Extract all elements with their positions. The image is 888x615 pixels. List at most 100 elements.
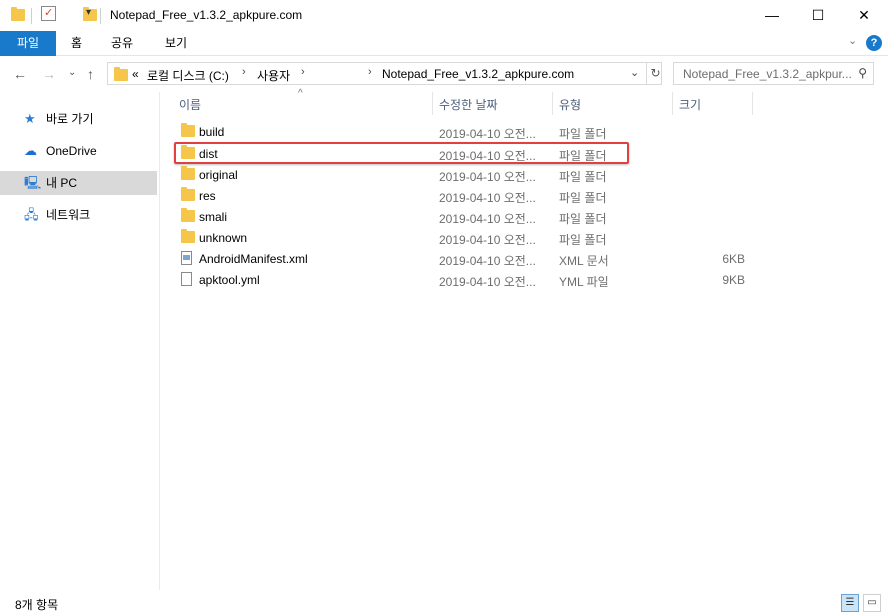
column-header-type[interactable]: 유형 [559, 96, 581, 113]
quick-access-dropdown-icon[interactable]: ▾ [86, 7, 91, 18]
help-icon[interactable]: ? [866, 35, 882, 51]
chevron-right-icon[interactable]: › [301, 66, 305, 78]
file-date: 2019-04-10 오전... [439, 233, 536, 247]
nav-item-this-pc[interactable]: 🖳 내 PC [0, 171, 157, 195]
file-explorer-window: ✓ ▾ Notepad_Free_v1.3.2_apkpure.com — ☐ … [0, 0, 888, 615]
breadcrumb-users[interactable]: 사용자 [257, 67, 290, 84]
divider [31, 8, 32, 24]
breadcrumb-current-folder[interactable]: Notepad_Free_v1.3.2_apkpure.com [382, 67, 574, 81]
star-icon: ★ [24, 111, 36, 126]
column-divider[interactable] [552, 92, 553, 115]
file-type: 파일 폴더 [559, 212, 607, 226]
large-icons-view-icon[interactable]: ▭ [863, 594, 881, 612]
title-bar: ✓ ▾ Notepad_Free_v1.3.2_apkpure.com — ☐ … [0, 0, 888, 31]
back-arrow-icon[interactable]: ← [13, 66, 27, 82]
folder-icon [11, 7, 25, 21]
minimize-button[interactable]: — [749, 0, 795, 31]
window-title: Notepad_Free_v1.3.2_apkpure.com [110, 8, 303, 22]
folder-icon [181, 229, 195, 243]
column-divider[interactable] [752, 92, 753, 115]
file-name: AndroidManifest.xml [199, 252, 308, 266]
forward-arrow-icon[interactable]: → [42, 66, 56, 82]
sort-ascending-icon: ^ [298, 88, 303, 99]
nav-item-onedrive[interactable]: ☁ OneDrive [0, 139, 157, 163]
file-size: 6KB [722, 252, 745, 266]
breadcrumb-overflow[interactable]: « [132, 67, 139, 81]
file-type: 파일 폴더 [559, 170, 607, 184]
chevron-right-icon[interactable]: › [242, 66, 246, 78]
item-count: 8개 항목 [15, 598, 59, 612]
file-row-original[interactable]: original 2019-04-10 오전... 파일 폴더 [160, 164, 888, 185]
maximize-button[interactable]: ☐ [795, 0, 841, 31]
file-type: 파일 폴더 [559, 191, 607, 205]
file-row-unknown[interactable]: unknown 2019-04-10 오전... 파일 폴더 [160, 227, 888, 248]
file-row-res[interactable]: res 2019-04-10 오전... 파일 폴더 [160, 185, 888, 206]
nav-item-label: 내 PC [46, 176, 78, 190]
file-name: unknown [199, 231, 248, 245]
file-icon [181, 272, 192, 286]
file-date: 2019-04-10 오전... [439, 170, 536, 184]
column-divider[interactable] [672, 92, 673, 115]
cloud-icon: ☁ [24, 143, 37, 158]
folder-icon [181, 166, 195, 180]
file-date: 2019-04-10 오전... [439, 254, 536, 268]
file-row-smali[interactable]: smali 2019-04-10 오전... 파일 폴더 [160, 206, 888, 227]
file-type: XML 문서 [559, 254, 609, 268]
recent-locations-icon[interactable]: ⌄ [68, 67, 76, 78]
folder-icon [181, 123, 195, 137]
file-date: 2019-04-10 오전... [439, 191, 536, 205]
file-row-build[interactable]: build 2019-04-10 오전... 파일 폴더 [160, 121, 888, 142]
file-type: 파일 폴더 [559, 127, 607, 141]
folder-icon [114, 67, 128, 81]
nav-item-quick-access[interactable]: ★ 바로 가기 [0, 107, 157, 131]
divider [100, 8, 101, 24]
file-type: YML 파일 [559, 275, 609, 289]
file-size: 9KB [722, 273, 745, 287]
breadcrumb-local-disk[interactable]: 로컬 디스크 (C:) [147, 67, 229, 84]
file-name: smali [199, 210, 228, 224]
column-divider[interactable] [432, 92, 433, 115]
ribbon-tabs: 파일 홈 공유 보기 ⌄ ? [0, 31, 888, 56]
address-bar[interactable]: « 로컬 디스크 (C:) › 사용자 › › Notepad_Free_v1.… [107, 62, 662, 85]
tab-file[interactable]: 파일 [0, 31, 56, 56]
up-arrow-icon[interactable]: ↑ [87, 66, 94, 82]
file-type: 파일 폴더 [559, 233, 607, 247]
ribbon-expand-icon[interactable]: ⌄ [848, 34, 857, 47]
tab-view[interactable]: 보기 [165, 31, 187, 56]
column-header-row: ^ 이름 수정한 날짜 유형 크기 [160, 88, 888, 115]
highlight-box [174, 142, 629, 164]
close-button[interactable]: ✕ [841, 0, 887, 31]
folder-icon [181, 187, 195, 201]
file-date: 2019-04-10 오전... [439, 127, 536, 141]
file-list: ^ 이름 수정한 날짜 유형 크기 build 2019-04-10 오전...… [160, 88, 888, 590]
folder-icon [181, 208, 195, 222]
search-icon: ⚲ [858, 66, 867, 80]
file-row-androidmanifest[interactable]: AndroidManifest.xml 2019-04-10 오전... XML… [160, 248, 888, 269]
refresh-icon[interactable]: ↻ [646, 63, 664, 84]
address-dropdown-icon[interactable]: ⌄ [630, 66, 639, 79]
properties-icon[interactable]: ✓ [41, 6, 56, 21]
file-name: apktool.yml [199, 273, 260, 287]
status-bar: 8개 항목 ☰ ▭ [0, 590, 888, 615]
chevron-right-icon[interactable]: › [368, 66, 372, 78]
search-input[interactable]: Notepad_Free_v1.3.2_apkpur... [683, 67, 852, 81]
file-name: res [199, 189, 216, 203]
nav-item-network[interactable]: 🖧 네트워크 [0, 203, 157, 227]
xml-file-icon [181, 251, 192, 265]
column-header-name[interactable]: 이름 [179, 96, 201, 113]
network-icon: 🖧 [24, 207, 39, 222]
nav-item-label: 바로 가기 [46, 112, 94, 126]
column-header-modified[interactable]: 수정한 날짜 [439, 96, 498, 113]
search-box[interactable]: Notepad_Free_v1.3.2_apkpur... ⚲ [673, 62, 874, 85]
column-header-size[interactable]: 크기 [679, 96, 701, 113]
computer-icon: 🖳 [24, 175, 42, 190]
tab-home[interactable]: 홈 [71, 31, 82, 56]
navigation-pane: ★ 바로 가기 ☁ OneDrive 🖳 내 PC 🖧 네트워크 [0, 92, 160, 590]
file-name: build [199, 125, 225, 139]
file-date: 2019-04-10 오전... [439, 275, 536, 289]
nav-item-label: 네트워크 [46, 208, 91, 222]
tab-share[interactable]: 공유 [111, 31, 133, 56]
file-row-apktool[interactable]: apktool.yml 2019-04-10 오전... YML 파일 9KB [160, 269, 888, 290]
details-view-icon[interactable]: ☰ [841, 594, 859, 612]
file-name: original [199, 168, 238, 182]
